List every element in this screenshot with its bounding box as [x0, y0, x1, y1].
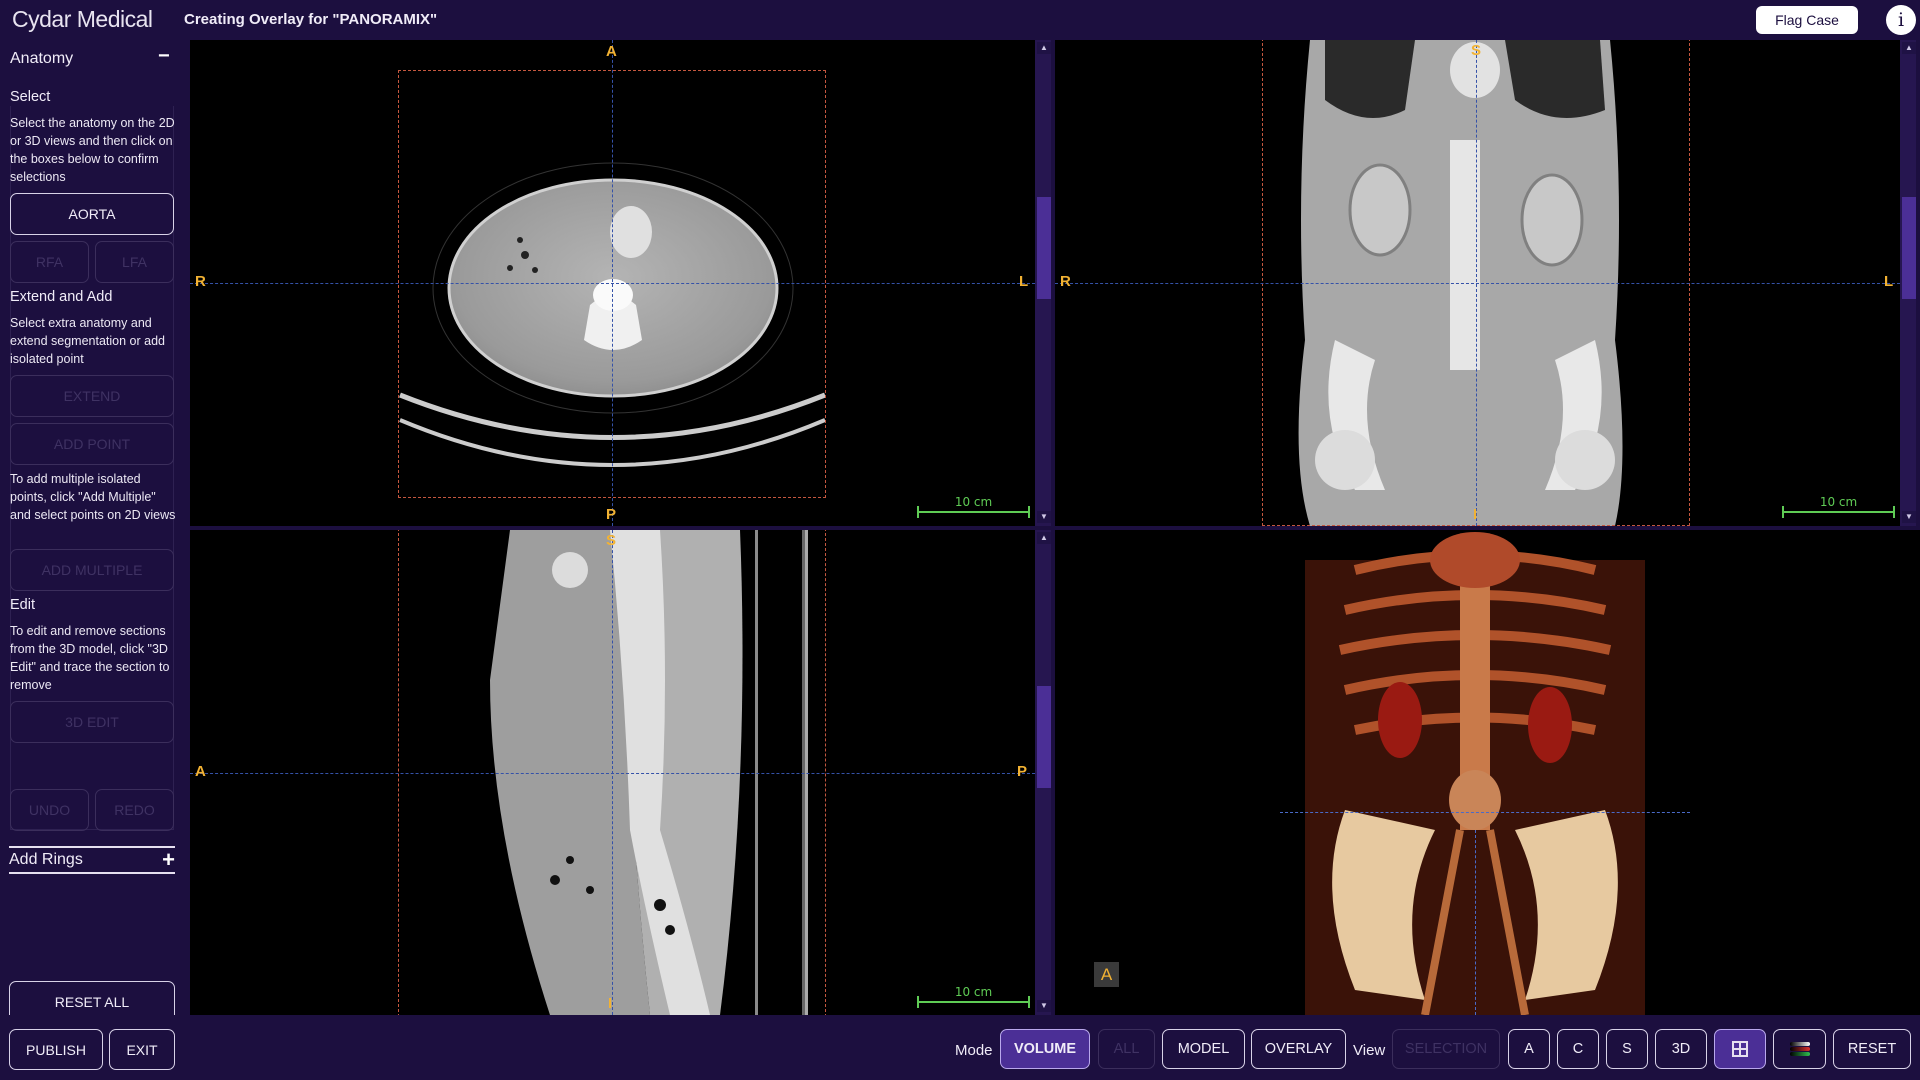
info-icon[interactable]: i: [1886, 5, 1916, 35]
view-selection-button[interactable]: SELECTION: [1392, 1029, 1500, 1069]
scroll-down-icon[interactable]: ▼: [1037, 511, 1051, 523]
color-map-icon: [1789, 1042, 1810, 1057]
view-3d-button[interactable]: 3D: [1655, 1029, 1707, 1069]
sagittal-orientation-left: A: [195, 763, 206, 780]
sagittal-scrollbar[interactable]: ▲ ▼: [1035, 530, 1051, 1015]
extend-help-text: Select extra anatomy and extend segmenta…: [10, 316, 165, 366]
view-axial-button[interactable]: A: [1508, 1029, 1550, 1069]
top-bar: Cydar Medical Creating Overlay for "PANO…: [0, 0, 1920, 40]
viewport-grid: A P R L 10 cm ▲ ▼ S I R L 10 cm ▲ ▼ S I …: [190, 40, 1920, 1015]
expand-rings-icon[interactable]: +: [162, 847, 175, 873]
add-multiple-button[interactable]: ADD MULTIPLE: [10, 549, 174, 591]
3d-orientation-badge[interactable]: A: [1094, 962, 1119, 987]
mode-overlay-button[interactable]: OVERLAY: [1251, 1029, 1346, 1069]
view-sagittal-button[interactable]: S: [1606, 1029, 1648, 1069]
axial-scale-bar: 10 cm: [917, 495, 1030, 518]
extend-button[interactable]: EXTEND: [10, 375, 174, 417]
axial-orientation-top: A: [606, 43, 617, 60]
sagittal-crosshair-horizontal[interactable]: [190, 773, 1035, 774]
axial-orientation-left: R: [195, 273, 206, 290]
cydar-logo: Cydar Medical: [12, 6, 153, 32]
page-title: Creating Overlay for "PANORAMIX": [184, 11, 438, 28]
quad-layout-button[interactable]: [1714, 1029, 1766, 1069]
axial-orientation-right: L: [1019, 273, 1029, 290]
3d-volume-viewport[interactable]: A: [1055, 530, 1920, 1015]
redo-button[interactable]: REDO: [95, 789, 174, 831]
sagittal-orientation-right: P: [1017, 763, 1028, 780]
3d-volume-render: [1305, 532, 1645, 1015]
coronal-orientation-top: S: [1471, 42, 1482, 59]
edit-heading: Edit: [10, 597, 35, 613]
color-map-button[interactable]: [1773, 1029, 1826, 1069]
view-coronal-button[interactable]: C: [1557, 1029, 1599, 1069]
view-label: View: [1353, 1042, 1386, 1059]
mode-label: Mode: [955, 1042, 993, 1059]
extend-heading: Extend and Add: [10, 289, 113, 305]
scroll-up-icon[interactable]: ▲: [1902, 42, 1916, 54]
3d-edit-button[interactable]: 3D EDIT: [10, 701, 174, 743]
grid-layout-icon: [1732, 1041, 1748, 1058]
undo-button[interactable]: UNDO: [10, 789, 89, 831]
coronal-orientation-bottom: I: [1473, 506, 1478, 523]
add-rings-title: Add Rings: [9, 851, 83, 868]
select-help-text: Select the anatomy on the 2D or 3D views…: [10, 116, 175, 184]
aorta-button[interactable]: AORTA: [10, 193, 174, 235]
add-multiple-help-text: To add multiple isolated points, click "…: [10, 472, 176, 522]
rfa-button[interactable]: RFA: [10, 241, 89, 283]
lfa-button[interactable]: LFA: [95, 241, 174, 283]
publish-button[interactable]: PUBLISH: [9, 1029, 103, 1070]
coronal-orientation-left: R: [1060, 273, 1071, 290]
sagittal-viewport[interactable]: S I A P 10 cm: [190, 530, 1035, 1015]
coronal-crosshair-horizontal[interactable]: [1055, 283, 1900, 284]
add-point-button[interactable]: ADD POINT: [10, 423, 174, 465]
coronal-orientation-right: L: [1884, 273, 1894, 290]
coronal-scrollbar[interactable]: ▲ ▼: [1900, 40, 1916, 526]
exit-button[interactable]: EXIT: [109, 1029, 175, 1070]
mode-all-button[interactable]: ALL: [1098, 1029, 1155, 1069]
mode-volume-button[interactable]: VOLUME: [1000, 1029, 1090, 1069]
anatomy-section-title: Anatomy: [10, 50, 74, 67]
mode-model-button[interactable]: MODEL: [1162, 1029, 1245, 1069]
sagittal-scroll-thumb[interactable]: [1037, 686, 1051, 789]
sagittal-scale-bar: 10 cm: [917, 985, 1030, 1008]
sagittal-scale-label: 10 cm: [954, 985, 993, 999]
coronal-scale-label: 10 cm: [1819, 495, 1858, 509]
3d-crosshair-horizontal[interactable]: [1280, 812, 1690, 813]
scroll-down-icon[interactable]: ▼: [1037, 1000, 1051, 1012]
flag-case-button[interactable]: Flag Case: [1756, 6, 1858, 34]
axial-scale-label: 10 cm: [954, 495, 993, 509]
coronal-viewport[interactable]: S I R L 10 cm: [1055, 40, 1900, 526]
scroll-up-icon[interactable]: ▲: [1037, 42, 1051, 54]
reset-view-button[interactable]: RESET: [1833, 1029, 1911, 1069]
sagittal-orientation-bottom: I: [608, 995, 613, 1012]
sidebar: Anatomy − Select Select the anatomy on t…: [0, 40, 190, 1080]
axial-viewport[interactable]: A P R L 10 cm: [190, 40, 1035, 526]
axial-scroll-thumb[interactable]: [1037, 196, 1051, 299]
scroll-up-icon[interactable]: ▲: [1037, 532, 1051, 544]
axial-orientation-bottom: P: [606, 506, 617, 523]
scroll-down-icon[interactable]: ▼: [1902, 511, 1916, 523]
axial-scrollbar[interactable]: ▲ ▼: [1035, 40, 1051, 526]
coronal-scale-bar: 10 cm: [1782, 495, 1895, 518]
axial-crosshair-horizontal[interactable]: [190, 283, 1035, 284]
3d-crosshair-vertical[interactable]: [1475, 830, 1476, 1015]
add-rings-section[interactable]: Add Rings +: [9, 846, 175, 874]
select-heading: Select: [10, 89, 51, 105]
sagittal-orientation-top: S: [606, 532, 617, 549]
bottom-toolbar: PUBLISH EXIT Mode VOLUME ALL MODEL OVERL…: [0, 1015, 1920, 1080]
edit-help-text: To edit and remove sections from the 3D …: [10, 624, 170, 692]
collapse-anatomy-icon[interactable]: −: [158, 45, 170, 68]
coronal-scroll-thumb[interactable]: [1902, 196, 1916, 299]
